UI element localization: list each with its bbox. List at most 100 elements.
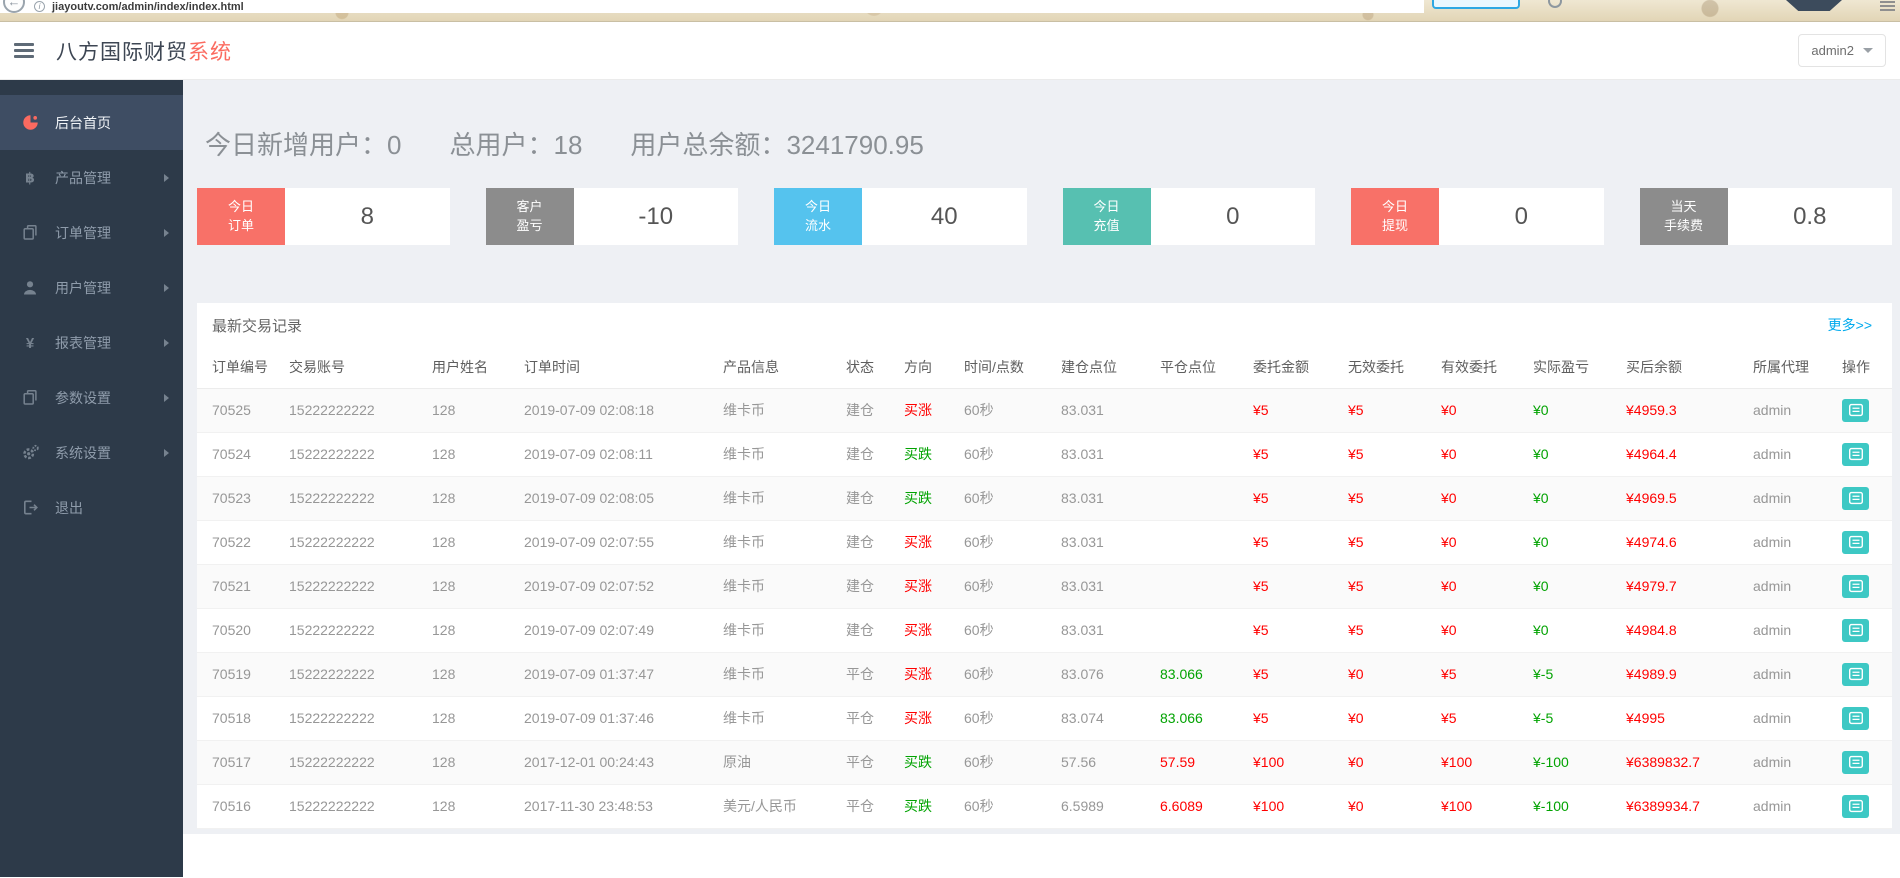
- info-icon[interactable]: i: [34, 1, 45, 12]
- cell-entrust: ¥5: [1253, 388, 1348, 433]
- cell-duration: 60秒: [964, 520, 1061, 565]
- cell-id: 70516: [197, 784, 289, 829]
- sidebar-item-label: 用户管理: [55, 279, 111, 296]
- sidebar-item-users[interactable]: 用户管理: [0, 260, 183, 315]
- cell-profit: ¥0: [1533, 564, 1626, 609]
- cell-time: 2019-07-09 01:37:46: [524, 696, 723, 741]
- sidebar-item-reports[interactable]: ¥ 报表管理: [0, 315, 183, 370]
- cell-balance: ¥4969.5: [1626, 476, 1753, 521]
- hamburger-menu-icon[interactable]: [14, 40, 34, 61]
- refresh-icon[interactable]: [1548, 0, 1562, 8]
- sidebar-item-label: 系统设置: [55, 444, 111, 461]
- stat-value: 3241790.95: [786, 130, 924, 160]
- table-row: 70525 15222222222 128 2019-07-09 02:08:18 维卡…: [197, 388, 1892, 433]
- cell-id: 70520: [197, 608, 289, 653]
- sidebar-item-logout[interactable]: 退出: [0, 480, 183, 535]
- column-header-7: 时间/点数: [964, 347, 1061, 389]
- cell-product: 维卡币: [723, 476, 846, 521]
- detail-icon: [1848, 403, 1863, 417]
- svg-text:฿: ฿: [25, 170, 35, 186]
- view-button[interactable]: [1842, 442, 1869, 466]
- cell-agent: admin: [1753, 520, 1842, 565]
- cell-direction: 买涨: [904, 388, 964, 433]
- table-row: 70520 15222222222 128 2019-07-09 02:07:49 维卡…: [197, 608, 1892, 653]
- cell-name: 128: [432, 652, 524, 697]
- cell-product: 维卡币: [723, 652, 846, 697]
- stat-card-today-recharge: 今日 充值 0: [1062, 188, 1315, 245]
- sidebar-item-orders[interactable]: 订单管理: [0, 205, 183, 260]
- cell-balance: ¥4995: [1626, 696, 1753, 741]
- card-label-line1: 今日: [1381, 199, 1408, 215]
- sidebar-item-label: 订单管理: [55, 224, 111, 241]
- more-link[interactable]: 更多>>: [1828, 315, 1872, 335]
- title-accent: 系统: [188, 40, 232, 64]
- view-button[interactable]: [1842, 398, 1869, 422]
- cell-account: 15222222222: [289, 432, 432, 477]
- sidebar-item-label: 产品管理: [55, 169, 111, 186]
- cell-profit: ¥-100: [1533, 740, 1626, 785]
- cell-entrust: ¥5: [1253, 696, 1348, 741]
- view-button[interactable]: [1842, 794, 1869, 818]
- cell-duration: 60秒: [964, 432, 1061, 477]
- card-label-line2: 订单: [227, 217, 254, 233]
- cell-time: 2017-12-01 00:24:43: [524, 740, 723, 785]
- sidebar-item-label: 参数设置: [55, 389, 111, 406]
- view-button[interactable]: [1842, 574, 1869, 598]
- transactions-table: 订单编号 交易账号 用户姓名 订单时间 产品信息 状态 方向 时间/点数 建仓点位 平仓点位 委托金…: [197, 347, 1892, 829]
- cell-balance: ¥4959.3: [1626, 388, 1753, 433]
- user-menu[interactable]: admin2: [1798, 34, 1886, 67]
- view-button[interactable]: [1842, 618, 1869, 642]
- card-value: 0: [1226, 202, 1240, 230]
- cell-duration: 60秒: [964, 740, 1061, 785]
- browser-address-bar[interactable]: i jiayoutv.com/admin/index/index.html: [0, 0, 1424, 13]
- table-row: 70518 15222222222 128 2019-07-09 01:37:46 维卡…: [197, 696, 1892, 741]
- sidebar-item-params[interactable]: 参数设置: [0, 370, 183, 425]
- stat-new-users: 今日新增用户：0: [205, 125, 401, 162]
- cell-product: 原油: [723, 740, 846, 785]
- cell-invalid: ¥5: [1348, 564, 1441, 609]
- browser-chrome: i jiayoutv.com/admin/index/index.html ←: [0, 0, 1900, 22]
- view-button[interactable]: [1842, 706, 1869, 730]
- cell-close: [1160, 432, 1253, 477]
- cell-time: 2019-07-09 02:08:05: [524, 476, 723, 521]
- panel-title: 最新交易记录: [212, 317, 303, 335]
- card-label-line1: 今日: [804, 199, 831, 215]
- card-label-line1: 当天: [1670, 199, 1697, 215]
- cell-profit: ¥-5: [1533, 652, 1626, 697]
- view-button[interactable]: [1842, 750, 1869, 774]
- sidebar-item-products[interactable]: ฿ 产品管理: [0, 150, 183, 205]
- sidebar-item-home[interactable]: 后台首页: [0, 95, 183, 150]
- column-header-14: 买后余额: [1626, 347, 1753, 389]
- cell-profit: ¥0: [1533, 608, 1626, 653]
- cell-direction: 买跌: [904, 432, 964, 477]
- cell-account: 15222222222: [289, 740, 432, 785]
- url-text[interactable]: jiayoutv.com/admin/index/index.html: [52, 1, 244, 13]
- cell-entrust: ¥5: [1253, 608, 1348, 653]
- cell-agent: admin: [1753, 608, 1842, 653]
- card-label-line1: 今日: [227, 199, 254, 215]
- cell-op: [1842, 740, 1892, 785]
- view-button[interactable]: [1842, 530, 1869, 554]
- detail-icon: [1848, 711, 1863, 725]
- sidebar-item-system[interactable]: 系统设置: [0, 425, 183, 480]
- table-header-row: 订单编号 交易账号 用户姓名 订单时间 产品信息 状态 方向 时间/点数 建仓点位 平仓点位 委托金…: [197, 347, 1892, 389]
- chevron-right-icon: [164, 283, 169, 292]
- browser-menu-icon[interactable]: [1880, 1, 1895, 13]
- cell-balance: ¥4974.6: [1626, 520, 1753, 565]
- cell-status: 平仓: [846, 652, 904, 697]
- cell-account: 15222222222: [289, 784, 432, 829]
- cell-valid: ¥0: [1441, 476, 1533, 521]
- stat-value: 18: [553, 130, 583, 160]
- chevron-right-icon: [164, 173, 169, 182]
- card-label: 当天 手续费: [1639, 188, 1728, 245]
- chevron-right-icon: [164, 448, 169, 457]
- view-button[interactable]: [1842, 662, 1869, 686]
- user-icon: [22, 279, 42, 296]
- card-label: 今日 订单: [197, 188, 285, 245]
- card-label-line2: 提现: [1381, 217, 1408, 233]
- view-button[interactable]: [1842, 486, 1869, 510]
- column-header-15: 所属代理: [1753, 347, 1842, 389]
- cell-direction: 买涨: [904, 696, 964, 741]
- cell-status: 建仓: [846, 432, 904, 477]
- cell-close: 83.066: [1160, 652, 1253, 697]
